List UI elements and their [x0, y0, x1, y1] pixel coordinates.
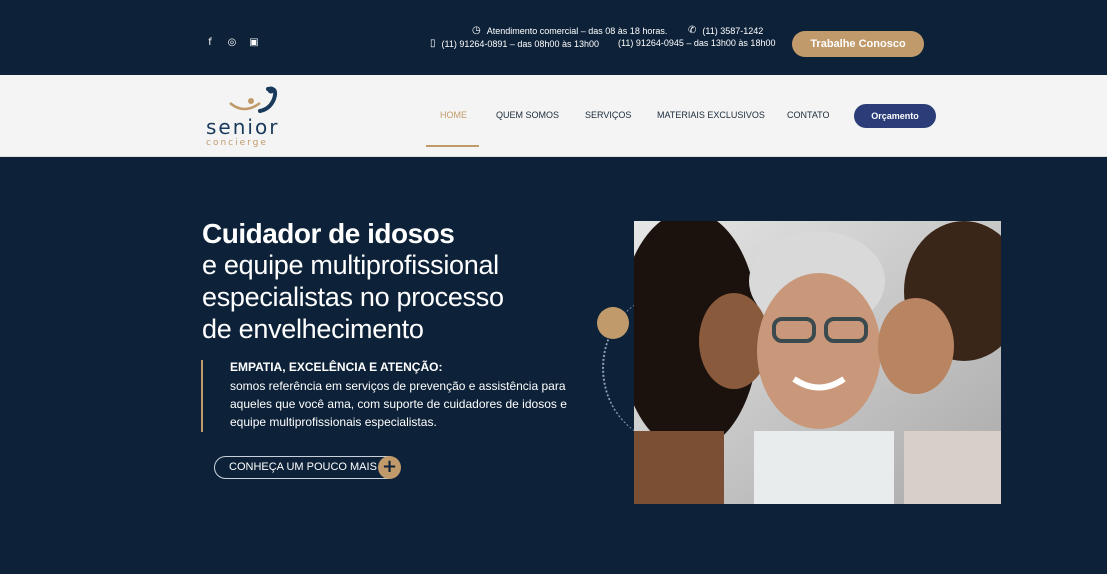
business-hours: ◷ Atendimento comercial – das 08 às 18 h… — [472, 25, 667, 36]
logo-word-senior: senior — [206, 115, 280, 139]
plus-icon: + — [378, 456, 401, 479]
main-nav: senior concierge HOME QUEM SOMOS SERVIÇO… — [0, 75, 1107, 157]
instagram-icon[interactable]: ◎ — [227, 36, 237, 48]
linkedin-icon[interactable]: ▣ — [249, 36, 259, 48]
logo-word-concierge: concierge — [206, 138, 268, 148]
mobile-phone-1-text: (11) 91264-0891 – das 08h00 às 13h00 — [441, 38, 599, 49]
mobile-icon: ▯ — [430, 38, 436, 49]
learn-more-label: CONHEÇA UM POUCO MAIS — [229, 461, 377, 473]
clock-icon: ◷ — [472, 25, 481, 36]
phone-icon: ✆ — [688, 25, 697, 36]
quote-button[interactable]: Orçamento — [854, 104, 936, 128]
business-hours-text: Atendimento comercial – das 08 às 18 hor… — [486, 25, 668, 36]
family-photo-image — [634, 221, 1001, 504]
hero-subtitle-line2: especialistas no processo — [202, 282, 504, 312]
facebook-icon[interactable]: f — [205, 36, 215, 48]
active-nav-indicator — [426, 145, 479, 147]
mobile-phone-2-text: (11) 91264-0945 – das 13h00 às 18h00 — [618, 38, 776, 48]
mobile-phone-1[interactable]: ▯ (11) 91264-0891 – das 08h00 às 13h00 — [430, 38, 599, 49]
decorative-gold-circle — [597, 307, 629, 339]
logo[interactable]: senior concierge — [204, 85, 290, 148]
hero-title: Cuidador de idosos — [202, 218, 455, 249]
social-links: f ◎ ▣ — [205, 36, 259, 48]
hero-subtitle-line1: e equipe multiprofissional — [202, 250, 499, 280]
work-with-us-button[interactable]: Trabalhe Conosco — [792, 31, 924, 57]
logo-mark-icon — [229, 86, 278, 113]
nav-services[interactable]: SERVIÇOS — [585, 110, 631, 120]
hero-section: Cuidador de idosos e equipe multiprofiss… — [0, 157, 1107, 574]
main-phone[interactable]: ✆ (11) 3587-1242 — [688, 25, 763, 36]
main-phone-text: (11) 3587-1242 — [702, 25, 764, 36]
hero-description: somos referência em serviços de prevençã… — [230, 379, 567, 429]
nav-home[interactable]: HOME — [440, 110, 467, 120]
hero-tagline-heading: EMPATIA, EXCELÊNCIA E ATENÇÃO: — [230, 360, 443, 374]
learn-more-button[interactable]: CONHEÇA UM POUCO MAIS + — [214, 456, 401, 479]
top-bar: f ◎ ▣ ◷ Atendimento comercial – das 08 à… — [0, 0, 1107, 75]
nav-materials[interactable]: MATERIAIS EXCLUSIVOS — [657, 110, 765, 120]
nav-contact[interactable]: CONTATO — [787, 110, 830, 120]
accent-bar — [201, 360, 203, 432]
hero-photo — [634, 221, 1001, 504]
hero-subtitle-line3: de envelhecimento — [202, 314, 424, 344]
nav-about[interactable]: QUEM SOMOS — [496, 110, 559, 120]
mobile-phone-2[interactable]: (11) 91264-0945 – das 13h00 às 18h00 — [618, 38, 775, 48]
